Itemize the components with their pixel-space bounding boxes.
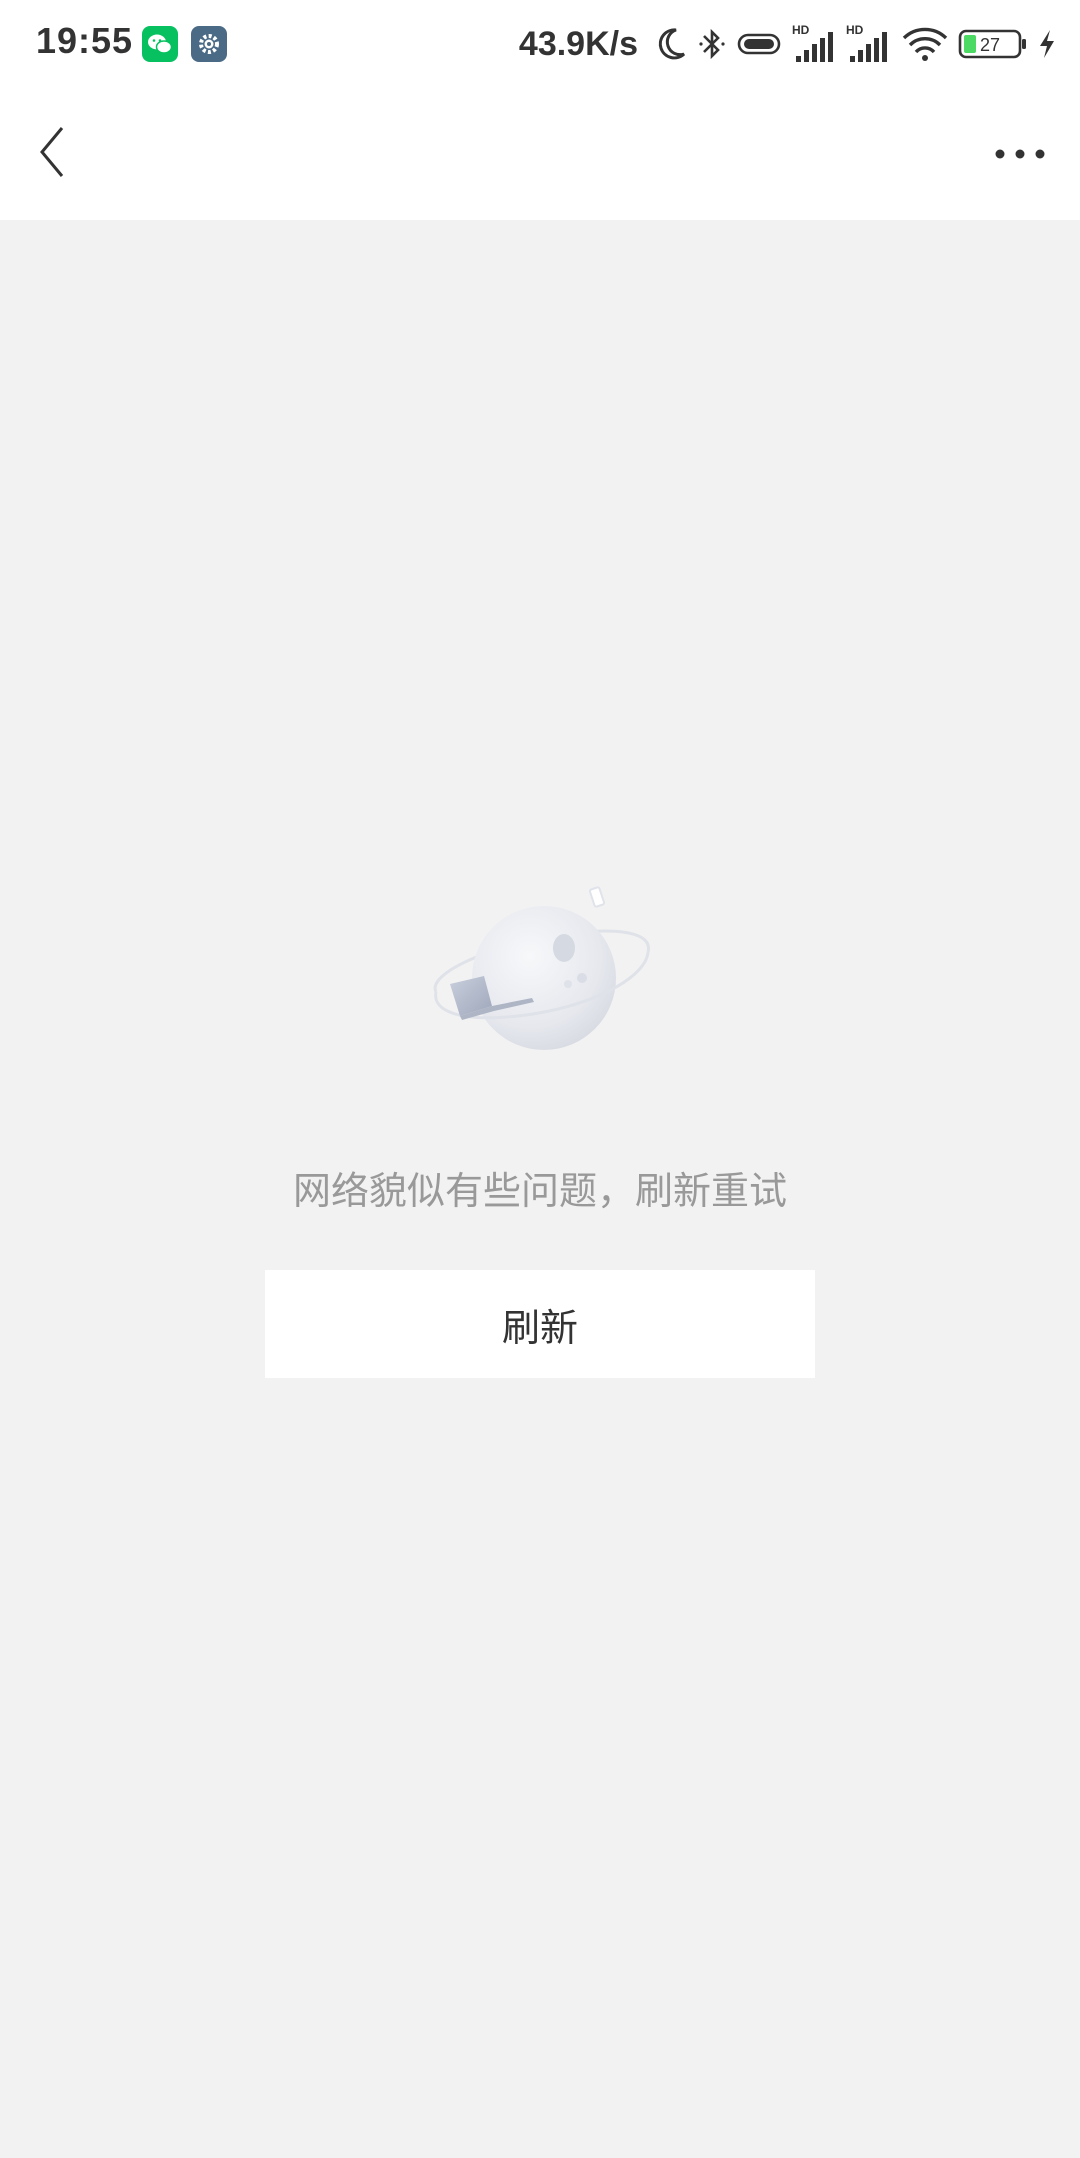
- hd-signal-icon: HD: [846, 22, 892, 66]
- moon-icon: [654, 24, 690, 64]
- more-button[interactable]: [984, 118, 1056, 190]
- status-right-group: 43.9K/s HD HD 27: [519, 18, 1058, 70]
- bluetooth-icon: [698, 24, 726, 64]
- nav-bar: [0, 88, 1080, 220]
- hd-signal-icon: HD: [792, 22, 838, 66]
- status-bar: 19:55 43.9K/s HD HD 27: [0, 0, 1080, 88]
- error-message: 网络貌似有些问题，刷新重试: [292, 1169, 787, 1213]
- charging-icon: [1036, 24, 1058, 64]
- back-button[interactable]: [16, 118, 88, 190]
- net-speed: 43.9K/s: [518, 24, 638, 63]
- battery-icon: 27: [958, 24, 1028, 64]
- settings-icon: [191, 26, 227, 62]
- wechat-icon: [142, 26, 178, 62]
- wifi-icon: [900, 24, 950, 64]
- planet-laptop-illustration: [422, 880, 662, 1060]
- battery-level: 27: [980, 35, 1000, 55]
- refresh-button[interactable]: 刷新: [265, 1270, 815, 1378]
- svg-text:HD: HD: [846, 23, 864, 37]
- chevron-left-icon: [32, 122, 72, 186]
- more-dots-icon: [994, 145, 1046, 164]
- vibrate-icon: [734, 24, 784, 64]
- status-time: 19:55: [36, 20, 134, 61]
- svg-text:HD: HD: [792, 23, 810, 37]
